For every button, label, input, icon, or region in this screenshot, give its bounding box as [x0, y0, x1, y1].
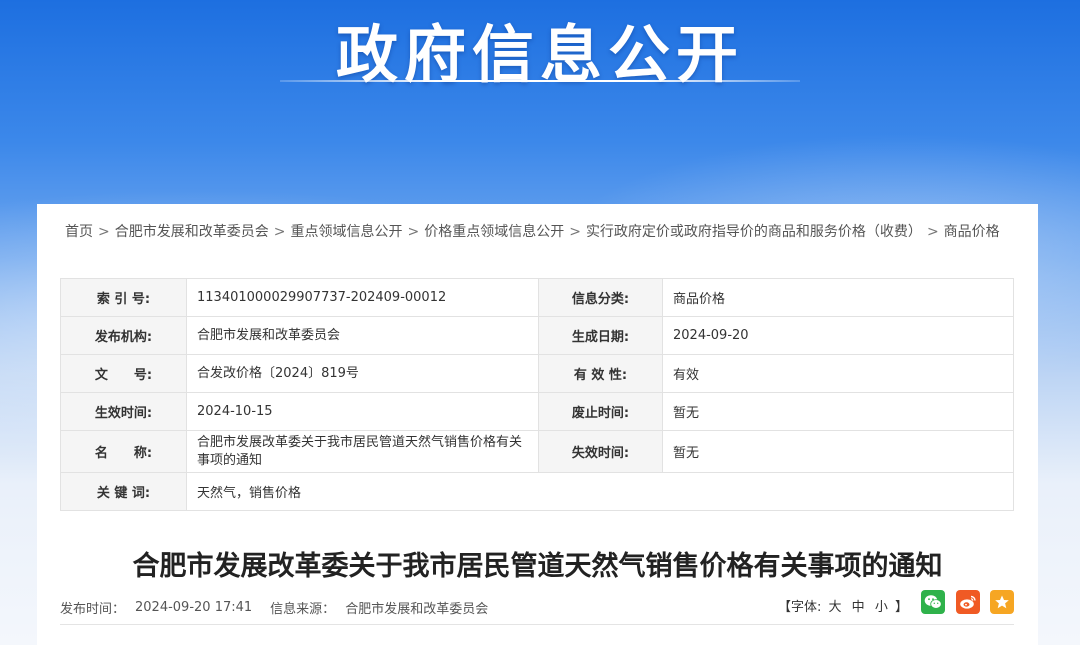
docno-label: 文 号:: [60, 354, 187, 393]
index-label: 索 引 号:: [60, 278, 187, 317]
index-value: 113401000029907737-202409-00012: [186, 278, 539, 317]
font-size-medium[interactable]: 中: [852, 600, 865, 615]
font-size-small[interactable]: 小: [875, 600, 888, 615]
weibo-icon: [960, 595, 976, 609]
table-row: 文 号: 合发改价格〔2024〕819号 有 效 性: 有效: [60, 354, 1014, 393]
validity-label: 有 效 性:: [538, 354, 663, 393]
breadcrumb-separator: >: [407, 224, 420, 240]
repeal-label: 废止时间:: [538, 392, 663, 431]
table-row: 生效时间: 2024-10-15 废止时间: 暂无: [60, 392, 1014, 431]
breadcrumb-key-areas[interactable]: 重点领域信息公开: [290, 224, 402, 240]
category-label: 信息分类:: [538, 278, 663, 317]
wechat-icon: [924, 595, 942, 609]
font-size-large[interactable]: 大: [829, 600, 842, 615]
divider: [60, 624, 1014, 625]
metadata-table: 索 引 号: 113401000029907737-202409-00012 信…: [60, 278, 1014, 511]
content-panel: 首页 > 合肥市发展和改革委员会 > 重点领域信息公开 > 价格重点领域信息公开 > 实行政府定…: [37, 204, 1038, 645]
name-value: 合肥市发展改革委关于我市居民管道天然气销售价格有关事项的通知: [186, 430, 539, 473]
font-size-open: 【字体:: [777, 600, 822, 615]
breadcrumb-home[interactable]: 首页: [65, 224, 93, 240]
keywords-label: 关 键 词:: [60, 472, 187, 511]
breadcrumb: 首页 > 合肥市发展和改革委员会 > 重点领域信息公开 > 价格重点领域信息公开 > 实行政府定…: [65, 222, 1015, 242]
share-weibo-button[interactable]: [956, 590, 980, 614]
table-row: 关 键 词: 天然气，销售价格: [60, 472, 1014, 511]
breadcrumb-separator: >: [926, 224, 939, 240]
name-label: 名 称:: [60, 430, 187, 473]
publish-time-value: 2024-09-20 17:41: [135, 599, 253, 615]
banner-underline: [280, 80, 800, 82]
document-title: 合肥市发展改革委关于我市居民管道天然气销售价格有关事项的通知: [132, 551, 943, 582]
favorite-button[interactable]: [990, 590, 1014, 614]
breadcrumb-separator: >: [273, 224, 286, 240]
expire-label: 失效时间:: [538, 430, 663, 473]
source-label: 信息来源：: [270, 601, 336, 617]
source-value: 合肥市发展和改革委员会: [345, 601, 489, 617]
breadcrumb-commodity-price[interactable]: 商品价格: [944, 224, 1000, 240]
table-row: 发布机构: 合肥市发展和改革委员会 生成日期: 2024-09-20: [60, 316, 1014, 355]
table-row: 名 称: 合肥市发展改革委关于我市居民管道天然气销售价格有关事项的通知 失效时间…: [60, 430, 1014, 473]
gen-date-label: 生成日期:: [538, 316, 663, 355]
breadcrumb-price-areas[interactable]: 价格重点领域信息公开: [424, 224, 564, 240]
breadcrumb-separator: >: [569, 224, 581, 240]
breadcrumb-org[interactable]: 合肥市发展和改革委员会: [115, 224, 269, 240]
font-size-control: 【字体: 大 中 小 】: [778, 596, 908, 615]
star-icon: [995, 595, 1009, 609]
repeal-value: 暂无: [662, 392, 1014, 431]
expire-value: 暂无: [662, 430, 1014, 473]
font-size-close: 】: [894, 600, 908, 615]
table-row: 索 引 号: 113401000029907737-202409-00012 信…: [60, 278, 1014, 317]
keywords-value: 天然气，销售价格: [186, 472, 1014, 511]
validity-value: 有效: [662, 354, 1014, 393]
category-value: 商品价格: [662, 278, 1014, 317]
share-wechat-button[interactable]: [921, 590, 945, 614]
org-value: 合肥市发展和改革委员会: [186, 316, 539, 355]
gen-date-value: 2024-09-20: [662, 316, 1014, 355]
breadcrumb-gov-pricing[interactable]: 实行政府定价或政府指导价的商品和服务价格（收费）: [586, 224, 922, 240]
effective-label: 生效时间:: [60, 392, 187, 431]
breadcrumb-separator: >: [98, 224, 110, 240]
publish-time-label: 发布时间：: [60, 601, 126, 617]
effective-value: 2024-10-15: [186, 392, 539, 431]
org-label: 发布机构:: [60, 316, 187, 355]
docno-value: 合发改价格〔2024〕819号: [186, 354, 539, 393]
